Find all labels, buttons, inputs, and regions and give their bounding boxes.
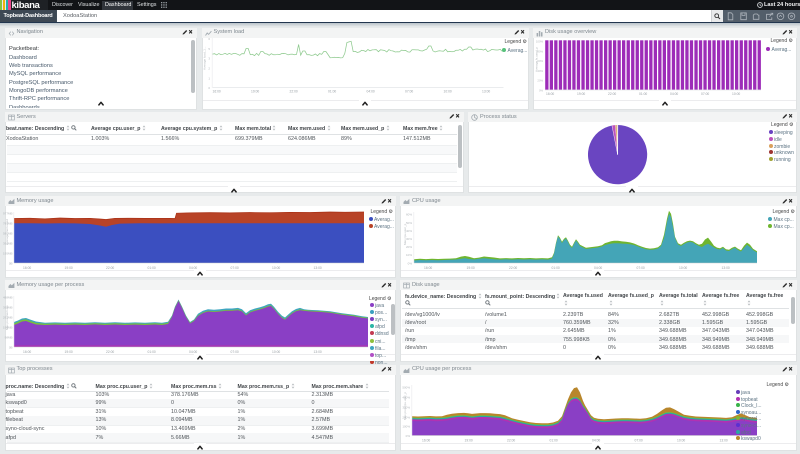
svg-text:16:00: 16:00: [422, 438, 430, 442]
svg-text:Max proc.cpu.user_p: Max proc.cpu.user_p: [403, 392, 407, 420]
svg-text:19:00: 19:00: [465, 438, 473, 442]
svg-text:22:00: 22:00: [507, 438, 515, 442]
svg-text:01:00: 01:00: [550, 438, 558, 442]
svg-text:500%: 500%: [402, 385, 410, 389]
svg-text:13:00: 13:00: [720, 438, 728, 442]
svg-text:100%: 100%: [402, 424, 410, 428]
svg-text:10:00: 10:00: [677, 438, 685, 442]
svg-text:07:00: 07:00: [635, 438, 643, 442]
svg-text:0%: 0%: [406, 434, 411, 438]
svg-text:04:00: 04:00: [592, 438, 600, 442]
